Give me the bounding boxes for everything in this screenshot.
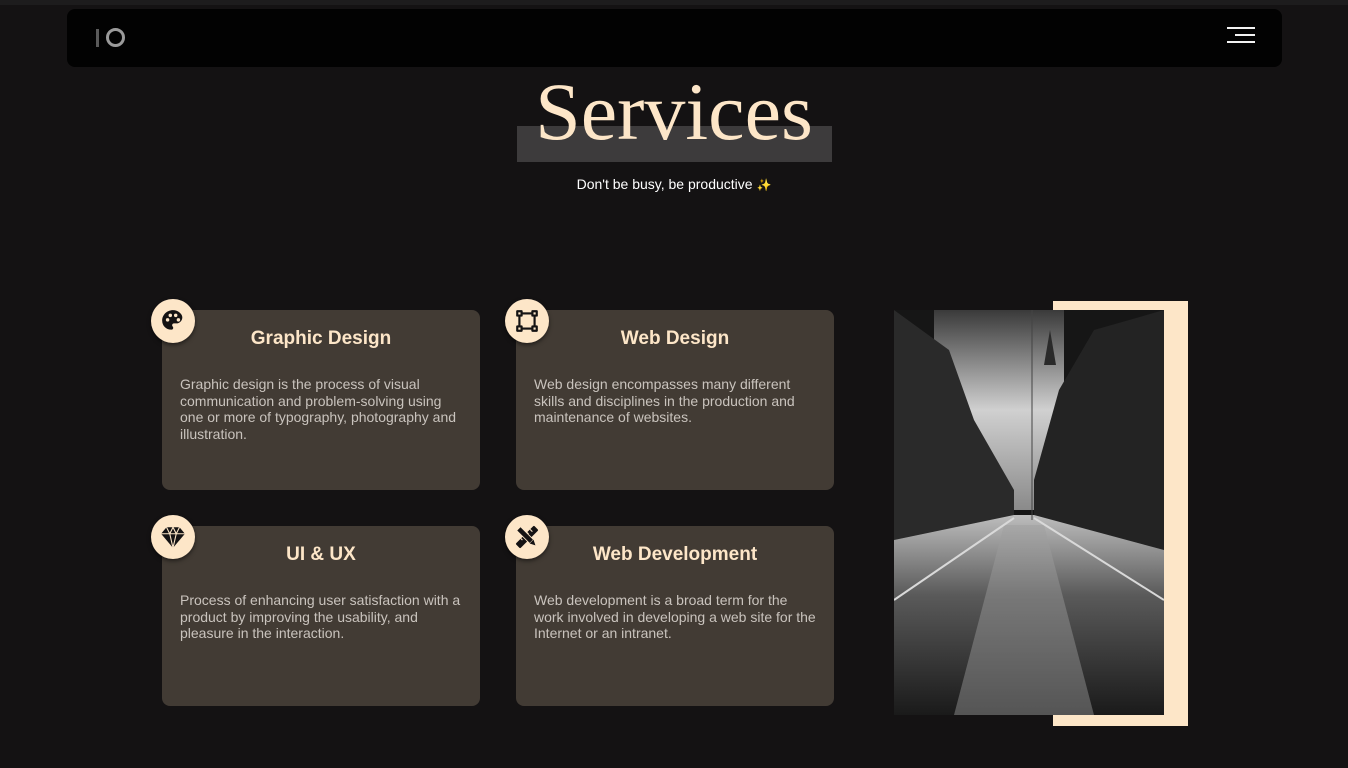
sparkle-icon: ✨ — [756, 178, 772, 192]
service-card-title: UI & UX — [286, 544, 356, 565]
service-card-title: Graphic Design — [250, 328, 392, 349]
service-card-web-development[interactable]: Web Development Web development is a bro… — [516, 526, 834, 706]
logo-ring — [106, 28, 125, 47]
subtitle-text: Don't be busy, be productive — [576, 176, 753, 192]
navbar — [67, 9, 1282, 67]
pencil-ruler-icon — [505, 515, 549, 559]
menu-line — [1227, 41, 1255, 43]
logo-bar — [96, 29, 99, 47]
palette-icon — [151, 299, 195, 343]
diamond-icon — [151, 515, 195, 559]
service-card-description: Process of enhancing user satisfaction w… — [180, 592, 461, 641]
service-card-web-design[interactable]: Web Design Web design encompasses many d… — [516, 310, 834, 490]
city-street-photo — [894, 310, 1164, 715]
top-border — [0, 0, 1348, 5]
menu-line — [1235, 34, 1255, 36]
service-card-description: Web design encompasses many different sk… — [534, 376, 795, 425]
service-card-title: Web Design — [620, 328, 730, 349]
io-logo-icon[interactable] — [96, 28, 128, 48]
page-subtitle: Don't be busy, be productive ✨ — [0, 176, 1348, 192]
service-card-description: Web development is a broad term for the … — [534, 592, 816, 641]
hamburger-menu-icon[interactable] — [1227, 27, 1255, 45]
service-card-description: Graphic design is the process of visual … — [180, 376, 457, 442]
service-card-ui-ux[interactable]: UI & UX Process of enhancing user satisf… — [162, 526, 480, 706]
vector-square-icon — [505, 299, 549, 343]
service-card-title: Web Development — [592, 544, 758, 565]
service-card-graphic-design[interactable]: Graphic Design Graphic design is the pro… — [162, 310, 480, 490]
menu-line — [1227, 27, 1255, 29]
page-title: Services — [535, 66, 813, 157]
